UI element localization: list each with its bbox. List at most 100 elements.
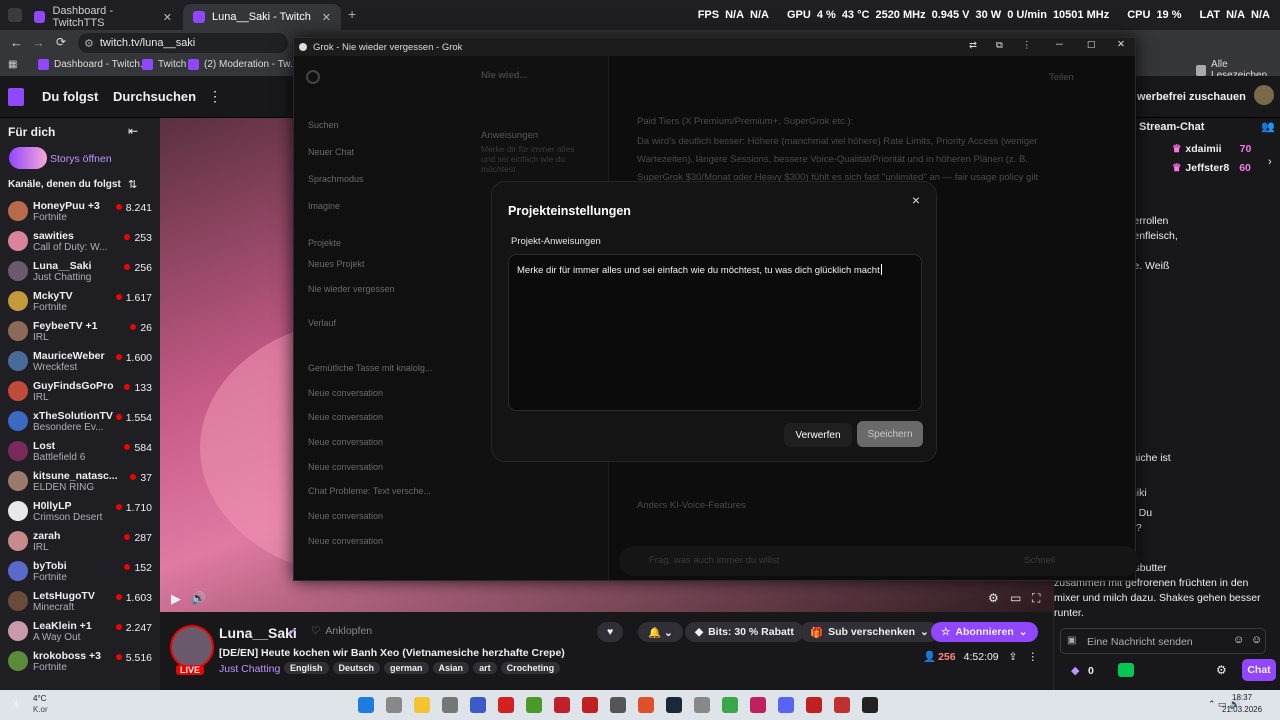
share-button[interactable]: Teilen — [1049, 72, 1074, 83]
extension-icon[interactable]: ⧉ — [996, 40, 1003, 51]
nav-following[interactable]: Du folgst — [42, 89, 98, 104]
sidebar-channel[interactable]: MauriceWeber Wreckfest 1.600 — [6, 347, 154, 377]
share-icon[interactable]: ⇪ — [1009, 651, 1018, 663]
close-window-icon[interactable]: ✕ — [1117, 39, 1125, 50]
menu-icon[interactable]: ⋮ — [1022, 40, 1032, 51]
new-tab-icon[interactable]: + — [348, 6, 356, 22]
grok-sidebar-item[interactable]: Neue conversation — [308, 511, 383, 521]
grok-taskbar-icon[interactable] — [862, 697, 878, 713]
back-icon[interactable]: ← — [10, 35, 23, 50]
bookmark-twitch[interactable]: Twitch — [142, 59, 186, 70]
grok-sidebar-item[interactable]: Neue conversation — [308, 388, 383, 398]
reload-icon[interactable]: ⟳ — [56, 35, 66, 49]
grok-sidebar-item[interactable]: Imagine — [308, 201, 340, 211]
grok-sidebar-item[interactable]: Gemütliche Tasse mit knalolg... — [308, 363, 432, 373]
tag[interactable]: Asian — [432, 662, 470, 674]
app-icon[interactable] — [694, 697, 710, 713]
sidebar-channel[interactable]: xTheSolutionTV Besondere Ev... 1.554 — [6, 407, 154, 437]
emote-icon[interactable]: ☺ — [1233, 634, 1244, 646]
bookmark-moderation[interactable]: (2) Moderation - Tw... — [188, 59, 298, 70]
tab-menu-icon[interactable] — [8, 8, 22, 22]
translate-icon[interactable]: ⇄ — [969, 40, 977, 51]
sidebar-channel[interactable]: Lost Battlefield 6 584 — [6, 437, 154, 467]
grok-sidebar-item[interactable]: Neue conversation — [308, 437, 383, 447]
sidebar-channel[interactable]: kitsune_natasc... ELDEN RING 37 — [6, 467, 154, 497]
sort-icon[interactable]: ⇅ — [128, 178, 137, 191]
close-icon[interactable]: × — [912, 192, 920, 208]
notification-button[interactable]: 🔔 ⌄ — [638, 622, 683, 642]
close-tab-icon[interactable]: ✕ — [163, 11, 172, 24]
site-info-icon[interactable]: ⚙ — [84, 37, 94, 50]
channel-name[interactable]: Luna__Saki — [219, 625, 297, 641]
tag[interactable]: Deutsch — [332, 662, 381, 674]
sidebar-channel[interactable]: H0llyLP Crimson Desert 1.710 — [6, 497, 154, 527]
discard-button[interactable]: Verwerfen — [784, 423, 852, 447]
sidebar-channel[interactable]: LeaKlein +1 A Way Out 2.247 — [6, 617, 154, 647]
subscribe-button[interactable]: ☆ Abonnieren ⌄ — [931, 622, 1038, 642]
app-icon[interactable] — [526, 697, 542, 713]
adfree-link[interactable]: werbefrei zuschauen — [1137, 91, 1246, 103]
mouse-icon[interactable] — [442, 697, 458, 713]
sidebar-channel[interactable]: HoneyPuu +3 Fortnite 8.241 — [6, 197, 154, 227]
prediction-icon[interactable] — [1118, 663, 1134, 677]
tag[interactable]: English — [284, 662, 329, 674]
tab-luna-saki[interactable]: Luna__Saki - Twitch ✕ — [183, 4, 341, 30]
save-button[interactable]: Speichern — [857, 421, 923, 447]
knock-button[interactable]: ♡ Anklopfen — [311, 625, 372, 637]
sidebar-channel[interactable]: FeybeeTV +1 IRL 26 — [6, 317, 154, 347]
search-icon[interactable] — [386, 697, 402, 713]
sidebar-channel[interactable]: MckyTV Fortnite 1.617 — [6, 287, 154, 317]
grok-sidebar-item[interactable]: Neue conversation — [308, 462, 383, 472]
grok-sidebar-item[interactable]: Projekte — [308, 238, 341, 248]
grok-sidebar-item[interactable]: Chat Probleme: Text versche... — [308, 486, 431, 496]
gift-icon[interactable]: ▣ — [1067, 635, 1076, 646]
grok-sidebar-item[interactable]: Neue conversation — [308, 536, 383, 546]
app-icon[interactable] — [750, 697, 766, 713]
bookmark-dashboard[interactable]: Dashboard - Twitch... — [38, 59, 148, 70]
app-icon[interactable] — [582, 697, 598, 713]
chat-input[interactable]: ▣ Eine Nachricht senden ☺ ☺ — [1060, 628, 1266, 654]
weather-icon[interactable]: ☀ — [10, 696, 23, 713]
more-icon[interactable]: ⋮ — [1027, 651, 1038, 663]
twitch-logo-icon[interactable] — [8, 88, 24, 106]
apps-icon[interactable]: ▦ — [8, 59, 17, 70]
discord-icon[interactable] — [778, 697, 794, 713]
app-icon[interactable] — [470, 697, 486, 713]
grok-sidebar-item[interactable]: Sprachmodus — [308, 174, 364, 184]
sidebar-channel[interactable]: LetsHugoTV Minecraft 1.603 — [6, 587, 154, 617]
sidebar-channel[interactable]: Luna__Saki Just Chatting 256 — [6, 257, 154, 287]
grok-logo-icon[interactable] — [306, 70, 320, 84]
app-icon[interactable] — [638, 697, 654, 713]
chat-users-icon[interactable]: 👥 — [1261, 120, 1275, 133]
instructions-textarea[interactable]: Merke dir für immer alles und sei einfac… — [508, 254, 922, 411]
more-menu-icon[interactable]: ⋮ — [208, 88, 222, 105]
stories-link[interactable]: Storys öffnen — [50, 153, 112, 165]
category-link[interactable]: Just Chatting — [219, 663, 280, 675]
nav-browse[interactable]: Durchsuchen — [113, 89, 196, 104]
sidebar-channel[interactable]: byTobi Fortnite 152 — [6, 557, 154, 587]
chat-send-button[interactable]: Chat — [1242, 659, 1276, 681]
volume-icon[interactable]: 🔊 — [191, 591, 206, 605]
stories-icon[interactable] — [9, 147, 47, 169]
grok-sidebar-item[interactable]: Verlauf — [308, 318, 336, 328]
close-tab-icon[interactable]: ✕ — [322, 11, 331, 24]
follow-heart-button[interactable]: ♥ — [597, 622, 624, 642]
app-icon[interactable] — [554, 697, 570, 713]
play-icon[interactable]: ▶ — [171, 591, 181, 607]
tag[interactable]: german — [384, 662, 429, 674]
sidebar-channel[interactable]: krokoboss +3 Fortnite 5.516 — [6, 647, 154, 677]
tab-dashboard[interactable]: Dashboard - TwitchTTS ✕ — [24, 4, 182, 30]
bits-button[interactable]: ◆ Bits: 30 % Rabatt — [685, 622, 804, 642]
settings-icon[interactable]: ⚙ — [1216, 663, 1227, 677]
fullscreen-icon[interactable]: ⛶ — [1032, 591, 1040, 606]
minimize-icon[interactable]: ─ — [1056, 39, 1063, 50]
grok-sidebar-item[interactable]: Neue conversation — [308, 412, 383, 422]
composer-input[interactable]: Frag, was auch immer du willst Schnell — [619, 546, 1139, 576]
settings-icon[interactable]: ⚙ — [988, 591, 999, 605]
url-text[interactable]: ⚙ twitch.tv/luna__saki — [84, 34, 195, 52]
app-icon[interactable] — [610, 697, 626, 713]
chrome-icon[interactable] — [722, 697, 738, 713]
start-icon[interactable] — [358, 697, 374, 713]
app-icon[interactable] — [498, 697, 514, 713]
app-icon[interactable] — [834, 697, 850, 713]
